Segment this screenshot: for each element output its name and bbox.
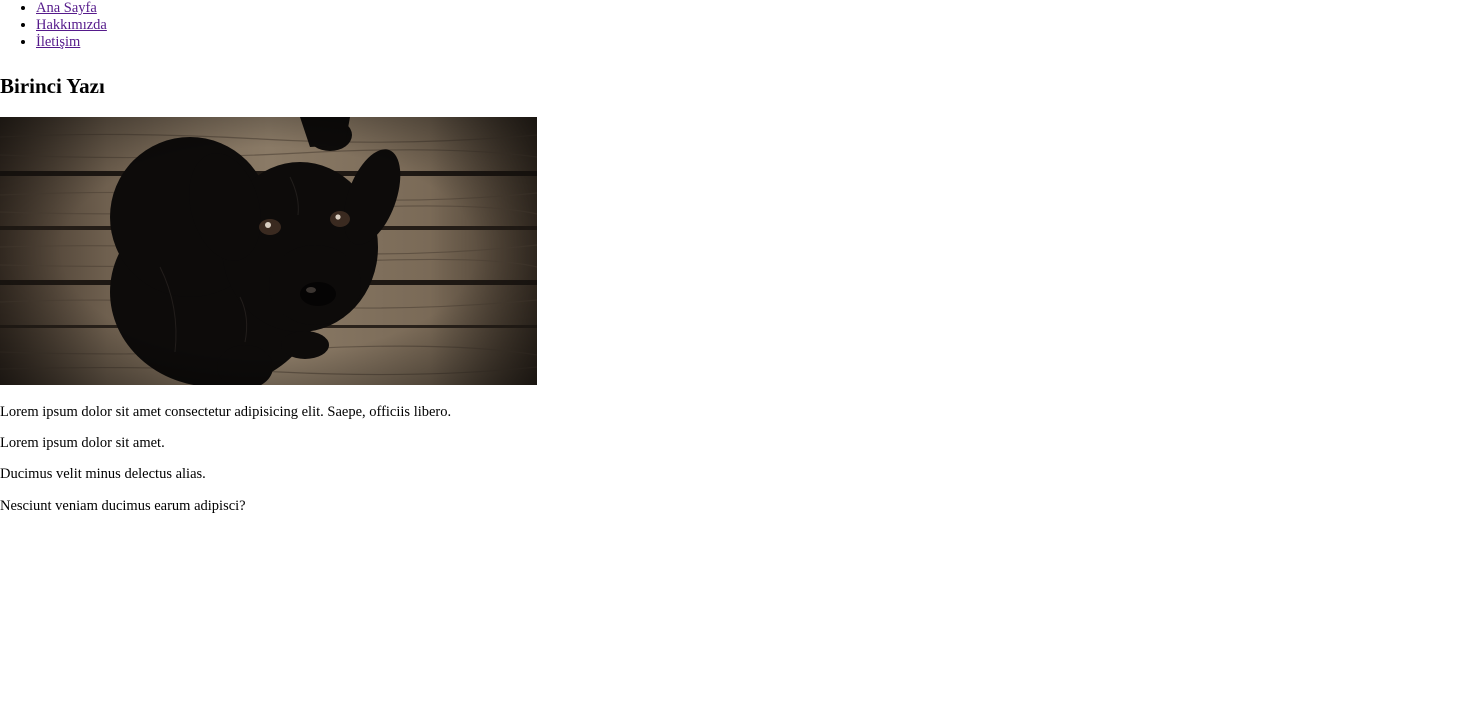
post-paragraph-4: Nesciunt veniam ducimus earum adipisci? <box>0 498 246 514</box>
nav-link-home[interactable]: Ana Sayfa <box>36 0 97 16</box>
nav-link-contact[interactable]: İletişim <box>36 34 80 50</box>
post-paragraph-1: Lorem ipsum dolor sit amet consectetur a… <box>0 404 452 420</box>
nav-menu: Ana Sayfa Hakkımızda İletişim <box>0 0 1457 51</box>
nav-item-home: Ana Sayfa <box>36 0 1457 17</box>
nav-link-about[interactable]: Hakkımızda <box>36 17 107 33</box>
post-paragraph-3: Ducimus velit minus delectus alias. <box>0 466 206 482</box>
nav-item-contact: İletişim <box>36 34 1457 51</box>
post-title: Birinci Yazı <box>0 74 105 98</box>
post-image <box>0 117 537 385</box>
post-paragraph-2: Lorem ipsum dolor sit amet. <box>0 435 165 451</box>
nav-item-about: Hakkımızda <box>36 17 1457 34</box>
